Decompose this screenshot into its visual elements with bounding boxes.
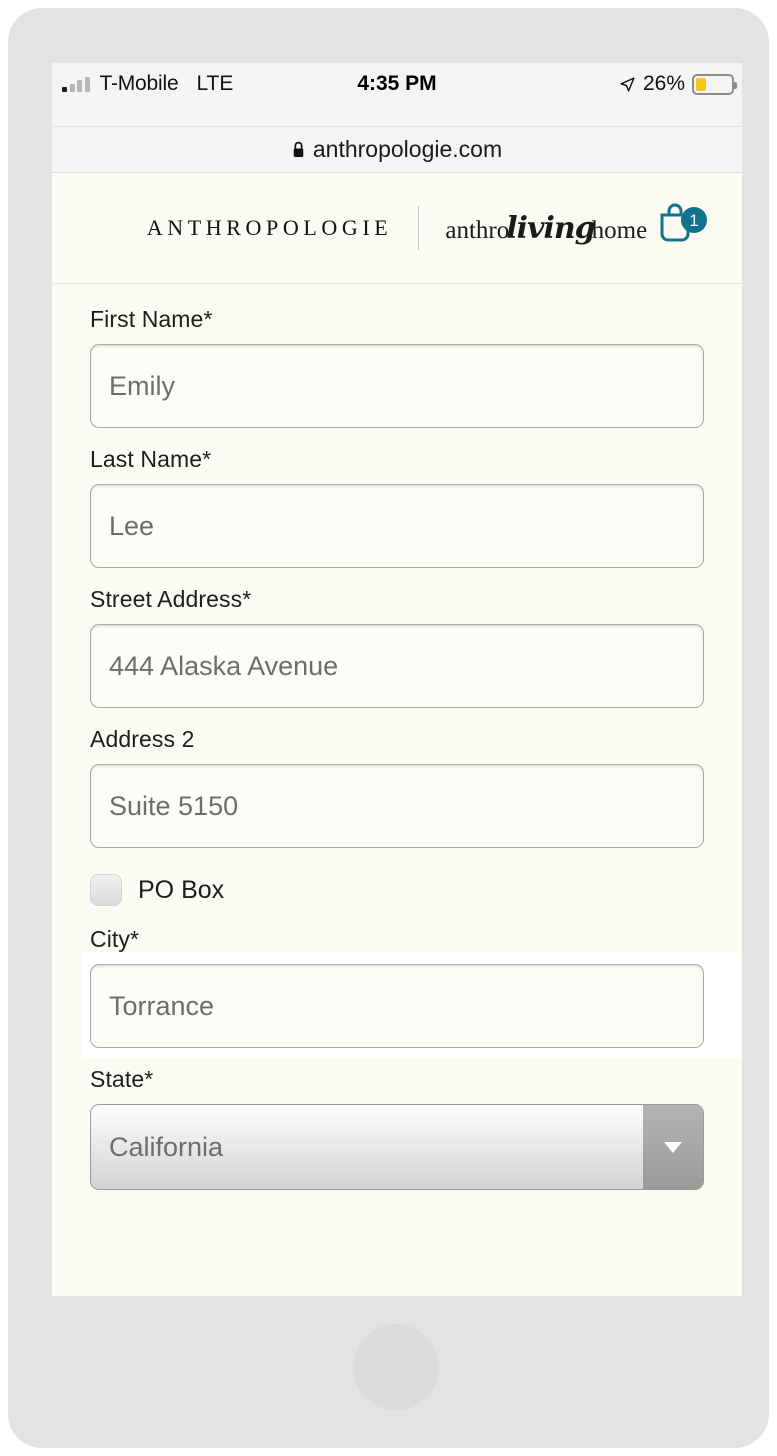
po-box-label: PO Box [138, 875, 225, 904]
device-frame: T-Mobile LTE 4:35 PM 26% anthropologie.c… [8, 8, 769, 1448]
lock-icon [292, 141, 305, 158]
last-name-label: Last Name* [90, 446, 212, 472]
home-button[interactable] [353, 1324, 439, 1410]
po-box-checkbox[interactable] [90, 874, 122, 906]
sub-brand-script: living [506, 210, 595, 246]
state-select-value: California [109, 1131, 224, 1162]
first-name-label: First Name* [90, 306, 213, 332]
field-city: City* Torrance [52, 926, 742, 1058]
screenshot-root: T-Mobile LTE 4:35 PM 26% anthropologie.c… [0, 0, 777, 1456]
field-state: State* California [52, 1066, 742, 1190]
cart-button[interactable]: 1 [656, 201, 712, 245]
city-label: City* [90, 926, 140, 952]
anthro-living-home-logo[interactable]: anthro living home [445, 211, 647, 246]
anthropologie-logo[interactable]: ANTHROPOLOGIE [147, 215, 393, 241]
status-bar-right: 26% [619, 72, 737, 96]
address-2-input[interactable]: Suite 5150 [90, 764, 704, 848]
po-box-row[interactable]: PO Box [52, 866, 742, 906]
last-name-input[interactable]: Lee [90, 484, 704, 568]
state-label: State* [90, 1066, 154, 1092]
field-address-2: Address 2 Suite 5150 [52, 726, 742, 848]
address-2-label: Address 2 [90, 726, 195, 752]
site-header: ANTHROPOLOGIE anthro living home 1 [52, 173, 742, 284]
field-street-address: Street Address* 444 Alaska Avenue [52, 586, 742, 708]
url-text: anthropologie.com [312, 136, 503, 162]
phone-screen: T-Mobile LTE 4:35 PM 26% anthropologie.c… [52, 63, 742, 1296]
location-arrow-icon [619, 76, 636, 93]
sub-brand-prefix: anthro [445, 216, 510, 244]
chevron-down-icon[interactable] [643, 1105, 703, 1189]
sub-brand-suffix: home [591, 216, 648, 244]
first-name-input[interactable]: Emily [90, 344, 704, 428]
cart-count-label: 1 [689, 211, 698, 230]
city-input[interactable]: Torrance [90, 964, 704, 1048]
field-first-name: First Name* Emily [52, 306, 742, 428]
browser-url-bar[interactable]: anthropologie.com [52, 127, 742, 173]
battery-percent-label: 26% [642, 72, 685, 95]
battery-icon [692, 73, 737, 95]
field-last-name: Last Name* Lee [52, 446, 742, 568]
logo-divider [418, 206, 420, 250]
state-select[interactable]: California [90, 1104, 704, 1190]
status-bar: T-Mobile LTE 4:35 PM 26% [52, 63, 742, 127]
street-address-label: Street Address* [90, 586, 252, 612]
address-form: First Name* Emily Last Name* Lee Street … [52, 284, 742, 1190]
street-address-input[interactable]: 444 Alaska Avenue [90, 624, 704, 708]
